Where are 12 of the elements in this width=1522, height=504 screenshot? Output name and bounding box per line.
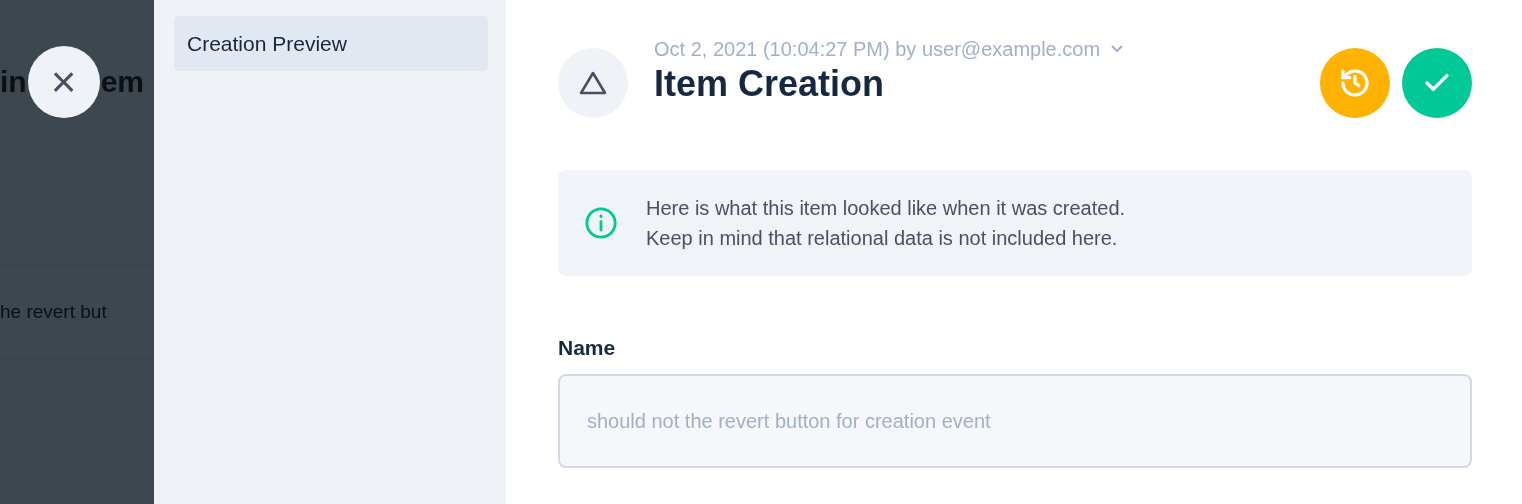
sidebar-item[interactable]: Creation Preview [174,16,488,71]
info-icon [584,206,618,240]
drawer-title: Item Creation [654,62,886,105]
notice-text: Here is what this item looked like when it was created. Keep in mind that relational data is not included here. [646,196,1126,251]
revision-meta: Oct 2, 2021 (10:04:27 PM) by user@example.com [654,37,1101,61]
table-cell: he revert but [0,301,107,323]
close-button[interactable]: × [27,46,100,118]
field-label: Name [558,336,617,360]
chevron-down-icon[interactable] [1110,44,1125,54]
page-title: in [0,65,27,99]
page-title: em [100,65,145,99]
history-icon [1339,67,1371,99]
